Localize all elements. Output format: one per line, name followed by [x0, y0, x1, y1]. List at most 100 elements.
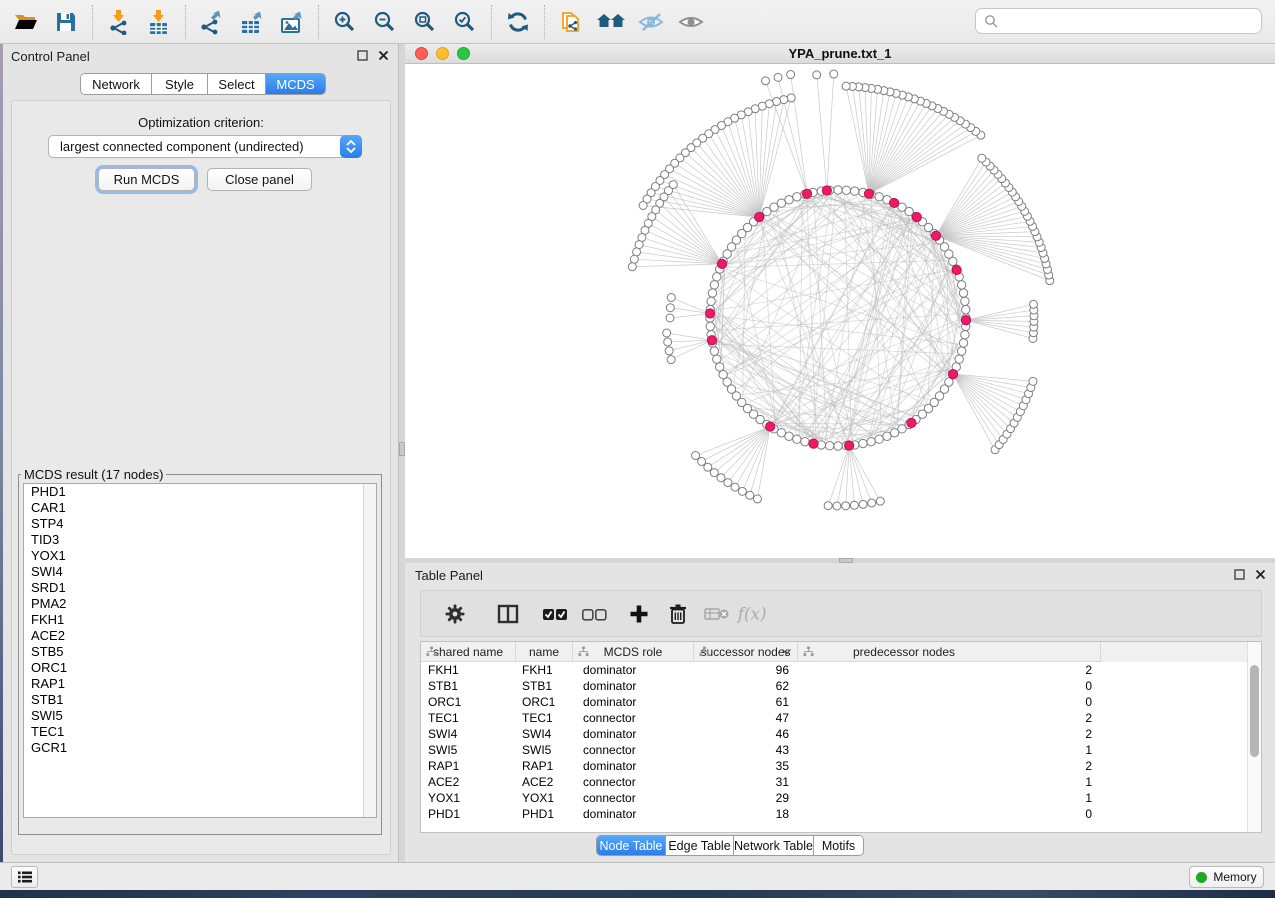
table-cell[interactable]: 29 [694, 790, 798, 806]
table-cell[interactable]: FKH1 [421, 662, 516, 678]
table-cell[interactable]: 96 [694, 662, 798, 678]
delete-columns-button[interactable] [658, 595, 697, 633]
close-panel-button[interactable]: Close panel [207, 168, 312, 191]
table-cell[interactable]: dominator [573, 662, 694, 678]
table-row[interactable]: FKH1FKH1dominator962 [421, 662, 1261, 678]
table-cell[interactable]: 0 [798, 678, 1101, 694]
table-cell[interactable]: ACE2 [421, 774, 516, 790]
table-cell[interactable]: SWI5 [516, 742, 573, 758]
hide-selected-button[interactable] [631, 4, 671, 40]
table-cell[interactable]: TEC1 [421, 710, 516, 726]
zoom-out-button[interactable] [365, 4, 405, 40]
import-table-button[interactable] [139, 4, 179, 40]
search-input[interactable] [1004, 14, 1261, 29]
table-cell[interactable]: connector [573, 742, 694, 758]
table-row[interactable]: ACE2ACE2connector311 [421, 774, 1261, 790]
list-item[interactable]: TEC1 [24, 724, 376, 740]
table-cell[interactable]: 0 [798, 806, 1101, 822]
select-all-columns-button[interactable] [535, 595, 574, 633]
zoom-in-button[interactable] [325, 4, 365, 40]
table-cell[interactable]: 46 [694, 726, 798, 742]
table-cell[interactable]: connector [573, 790, 694, 806]
list-scrollbar[interactable] [363, 484, 376, 817]
criterion-dropdown[interactable]: largest connected component (undirected) [48, 135, 362, 158]
list-item[interactable]: PMA2 [24, 596, 376, 612]
table-cell[interactable]: YOX1 [516, 790, 573, 806]
task-history-button[interactable] [11, 866, 38, 888]
table-cell[interactable]: 1 [798, 774, 1101, 790]
scrollbar-thumb[interactable] [1250, 665, 1259, 757]
table-cell[interactable]: STB1 [516, 678, 573, 694]
table-cell[interactable]: 62 [694, 678, 798, 694]
tab-style[interactable]: Style [152, 74, 208, 94]
close-panel-icon[interactable] [1254, 568, 1267, 581]
open-file-button[interactable] [6, 4, 46, 40]
run-mcds-button[interactable]: Run MCDS [98, 168, 195, 191]
table-cell[interactable]: 2 [798, 758, 1101, 774]
table-cell[interactable]: STB1 [421, 678, 516, 694]
column-header-successor-nodes[interactable]: successor nodes [694, 642, 798, 662]
zoom-fit-button[interactable] [405, 4, 445, 40]
tab-network-table[interactable]: Network Table [734, 836, 814, 855]
tab-edge-table[interactable]: Edge Table [666, 836, 734, 855]
tab-motifs[interactable]: Motifs [814, 836, 863, 855]
list-item[interactable]: STB5 [24, 644, 376, 660]
table-scrollbar[interactable] [1247, 642, 1261, 832]
table-cell[interactable]: connector [573, 774, 694, 790]
table-cell[interactable]: 1 [798, 742, 1101, 758]
table-cell[interactable]: dominator [573, 678, 694, 694]
unselect-all-columns-button[interactable] [574, 595, 613, 633]
table-cell[interactable]: dominator [573, 694, 694, 710]
show-all-button[interactable] [671, 4, 711, 40]
list-item[interactable]: STP4 [24, 516, 376, 532]
list-item[interactable]: YOX1 [24, 548, 376, 564]
table-cell[interactable]: 2 [798, 662, 1101, 678]
table-cell[interactable]: TEC1 [516, 710, 573, 726]
list-item[interactable]: FKH1 [24, 612, 376, 628]
table-cell[interactable]: 47 [694, 710, 798, 726]
list-item[interactable]: ORC1 [24, 660, 376, 676]
table-cell[interactable]: FKH1 [516, 662, 573, 678]
column-header-mcds-role[interactable]: MCDS role [573, 642, 694, 662]
column-header-shared-name[interactable]: shared name [421, 642, 516, 662]
list-item[interactable]: RAP1 [24, 676, 376, 692]
table-cell[interactable]: ORC1 [421, 694, 516, 710]
table-cell[interactable]: ACE2 [516, 774, 573, 790]
table-cell[interactable]: dominator [573, 758, 694, 774]
column-header-predecessor-nodes[interactable]: predecessor nodes [798, 642, 1101, 662]
tab-network[interactable]: Network [81, 74, 152, 94]
zoom-selected-button[interactable] [445, 4, 485, 40]
table-cell[interactable]: PHD1 [421, 806, 516, 822]
table-cell[interactable]: 0 [798, 694, 1101, 710]
refresh-view-button[interactable] [498, 4, 538, 40]
table-cell[interactable]: YOX1 [421, 790, 516, 806]
table-cell[interactable]: 31 [694, 774, 798, 790]
table-cell[interactable]: ORC1 [516, 694, 573, 710]
add-column-button[interactable] [619, 595, 658, 633]
table-cell[interactable]: SWI4 [516, 726, 573, 742]
save-session-button[interactable] [46, 4, 86, 40]
table-cell[interactable]: 35 [694, 758, 798, 774]
table-row[interactable]: YOX1YOX1connector291 [421, 790, 1261, 806]
tab-select[interactable]: Select [208, 74, 266, 94]
import-network-button[interactable] [99, 4, 139, 40]
tab-node-table[interactable]: Node Table [597, 836, 666, 855]
list-item[interactable]: GCR1 [24, 740, 376, 756]
table-cell[interactable]: RAP1 [421, 758, 516, 774]
table-cell[interactable]: 61 [694, 694, 798, 710]
export-table-button[interactable] [232, 4, 272, 40]
close-panel-icon[interactable] [377, 49, 390, 62]
export-network-button[interactable] [192, 4, 232, 40]
list-item[interactable]: SWI4 [24, 564, 376, 580]
table-cell[interactable]: RAP1 [516, 758, 573, 774]
table-cell[interactable]: 1 [798, 790, 1101, 806]
table-row[interactable]: STB1STB1dominator620 [421, 678, 1261, 694]
table-row[interactable]: TEC1TEC1connector472 [421, 710, 1261, 726]
table-row[interactable]: SWI5SWI5connector431 [421, 742, 1261, 758]
table-cell[interactable]: SWI5 [421, 742, 516, 758]
table-row[interactable]: RAP1RAP1dominator352 [421, 758, 1261, 774]
tab-mcds[interactable]: MCDS [266, 74, 325, 94]
table-cell[interactable]: PHD1 [516, 806, 573, 822]
list-item[interactable]: STB1 [24, 692, 376, 708]
list-item[interactable]: PHD1 [24, 484, 376, 500]
